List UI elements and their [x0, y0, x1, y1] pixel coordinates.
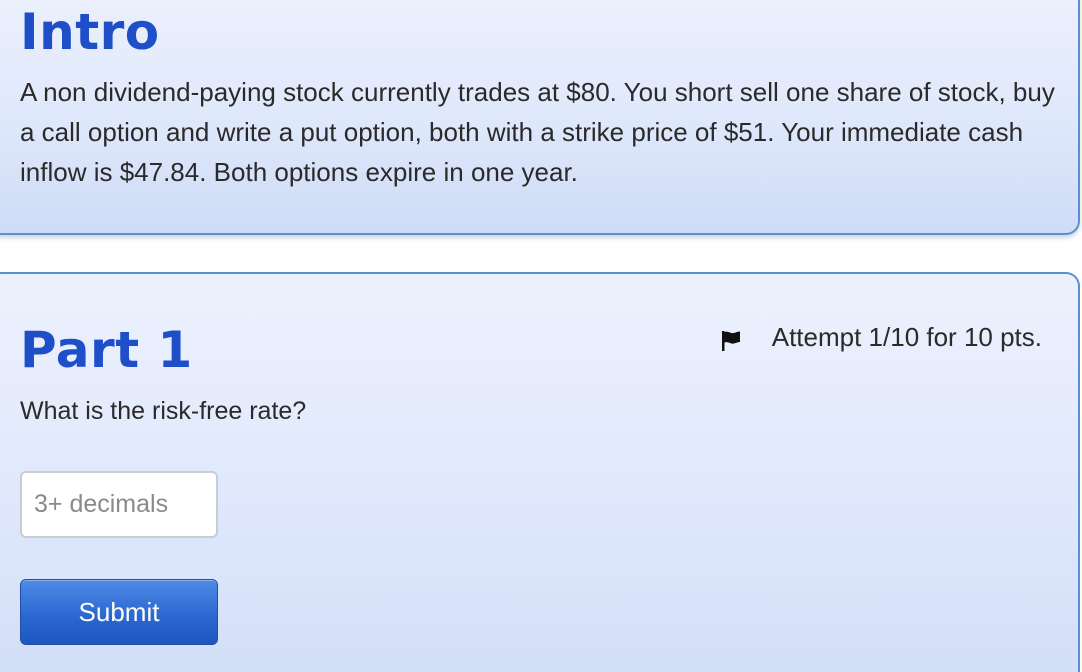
intro-card: Intro A non dividend-paying stock curren…: [0, 0, 1080, 235]
attempt-text: Attempt 1/10 for 10 pts.: [771, 322, 1042, 352]
attempt-info: Attempt 1/10 for 10 pts.: [720, 320, 1042, 354]
intro-text: A non dividend-paying stock currently tr…: [20, 77, 1055, 187]
flag-icon[interactable]: [720, 326, 742, 351]
intro-title: Intro: [20, 3, 160, 61]
part-title: Part 1: [20, 321, 193, 379]
part1-card: Part 1 Attempt 1/10 for 10 pts. What is …: [0, 272, 1080, 672]
answer-input[interactable]: [20, 471, 218, 538]
question-text: What is the risk-free rate?: [20, 397, 307, 425]
submit-button[interactable]: Submit: [20, 579, 218, 645]
